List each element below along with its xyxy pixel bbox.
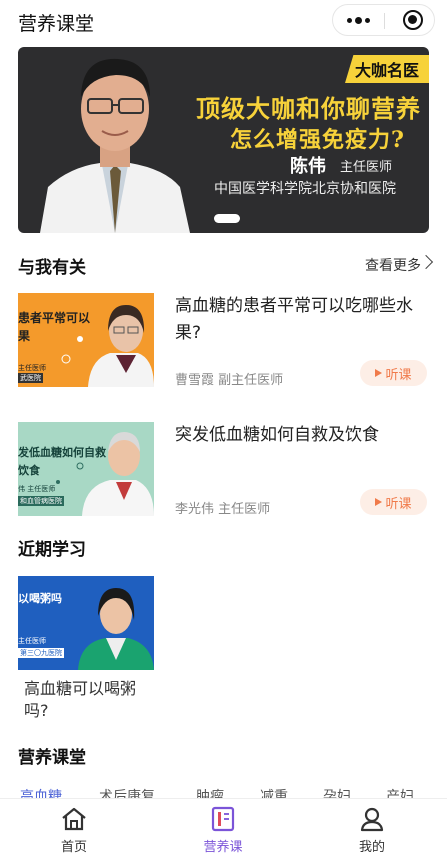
tab-category[interactable]: 术后康复 (99, 786, 155, 798)
nav-course[interactable]: 营养课 (173, 799, 273, 858)
nav-label: 营养课 (203, 840, 243, 855)
tab-category[interactable]: 减重 (260, 786, 288, 798)
section-title-classroom: 营养课堂 (18, 748, 86, 768)
recent-course-title[interactable]: 高血糖可以喝粥吗? (24, 678, 154, 722)
course-title[interactable]: 突发低血糖如何自救及饮食 (175, 422, 430, 449)
more-dots-icon[interactable] (333, 5, 384, 35)
nav-home[interactable]: 首页 (24, 799, 124, 858)
thumb-text: 和血管病医院 (18, 496, 64, 506)
thumb-text: 饮食 (18, 464, 40, 477)
thumb-text: 发低血糖如何自救 (18, 446, 106, 459)
thumb-text: 主任医师 (18, 364, 46, 372)
thumb-text: 主任医师 (18, 637, 46, 645)
banner-doctor-title: 主任医师 (340, 160, 393, 175)
tab-category[interactable]: 高血糖 (20, 786, 62, 798)
tab-category[interactable]: 肿瘤 (196, 786, 224, 798)
course-thumbnail: 发低血糖如何自救 饮食 伟 主任医师 和血管病医院 (18, 422, 154, 516)
book-icon (211, 806, 235, 832)
course-item[interactable]: 患者平常可以 果 主任医师 武医院 高血糖的患者平常可以吃哪些水果? 曹雪霞 副… (0, 293, 447, 393)
bottom-tab-bar: 首页 营养课 我的 (0, 798, 447, 858)
listen-button[interactable]: 听课 (360, 360, 427, 386)
section-title-recent: 近期学习 (18, 540, 86, 560)
tab-category[interactable]: 产妇 (386, 786, 414, 798)
promo-banner[interactable]: 大咖名医 顶级大咖和你聊营养 怎么增强免疫力? 陈伟 主任医师 中国医学科学院北… (18, 47, 429, 233)
tab-category[interactable]: 孕妇 (323, 786, 351, 798)
mini-program-capsule (332, 4, 435, 36)
course-thumbnail: 患者平常可以 果 主任医师 武医院 (18, 293, 154, 387)
banner-badge: 大咖名医 (345, 55, 429, 83)
thumb-text: 以喝粥吗 (18, 592, 62, 605)
page-title: 营养课堂 (18, 13, 95, 35)
thumb-text: 果 (18, 329, 31, 343)
banner-hospital: 中国医学科学院北京协和医院 (214, 181, 396, 197)
course-teacher: 曹雪霞 副主任医师 (175, 373, 284, 388)
section-title-related: 与我有关 (18, 258, 86, 278)
home-icon (62, 807, 86, 831)
nav-label: 我的 (358, 840, 385, 855)
nav-profile[interactable]: 我的 (322, 799, 422, 858)
target-close-icon[interactable] (403, 10, 423, 30)
category-tabs: 高血糖 术后康复 肿瘤 减重 孕妇 产妇 (0, 786, 447, 798)
banner-subheadline: 怎么增强免疫力? (230, 127, 405, 153)
banner-doctor-name: 陈伟 (290, 156, 326, 177)
capsule-divider (384, 13, 385, 29)
listen-label: 听课 (385, 496, 412, 512)
play-icon (375, 369, 383, 377)
listen-label: 听课 (385, 367, 412, 383)
recent-course-thumbnail: 以喝粥吗 主任医师 第三〇九医院 (18, 576, 154, 670)
recent-course-card[interactable]: 以喝粥吗 主任医师 第三〇九医院 高血糖可以喝粥吗? (18, 576, 154, 721)
course-item[interactable]: 发低血糖如何自救 饮食 伟 主任医师 和血管病医院 突发低血糖如何自救及饮食 李… (0, 422, 447, 522)
top-bar: 营养课堂 (0, 0, 447, 42)
carousel-indicator (214, 214, 240, 223)
play-icon (375, 498, 383, 506)
banner-headline: 顶级大咖和你聊营养 (196, 94, 421, 123)
nav-label: 首页 (60, 840, 87, 855)
chevron-right-icon[interactable] (418, 254, 434, 270)
thumb-text: 患者平常可以 (18, 311, 91, 325)
doctor-portrait-image (30, 47, 200, 233)
thumb-text: 武医院 (18, 373, 43, 383)
thumb-text: 第三〇九医院 (18, 648, 64, 658)
view-more-link[interactable]: 查看更多 (365, 255, 421, 275)
user-icon (360, 807, 384, 832)
course-teacher: 李光伟 主任医师 (175, 502, 271, 517)
thumb-text: 伟 主任医师 (18, 485, 56, 493)
course-title[interactable]: 高血糖的患者平常可以吃哪些水果? (175, 293, 430, 347)
listen-button[interactable]: 听课 (360, 489, 427, 515)
